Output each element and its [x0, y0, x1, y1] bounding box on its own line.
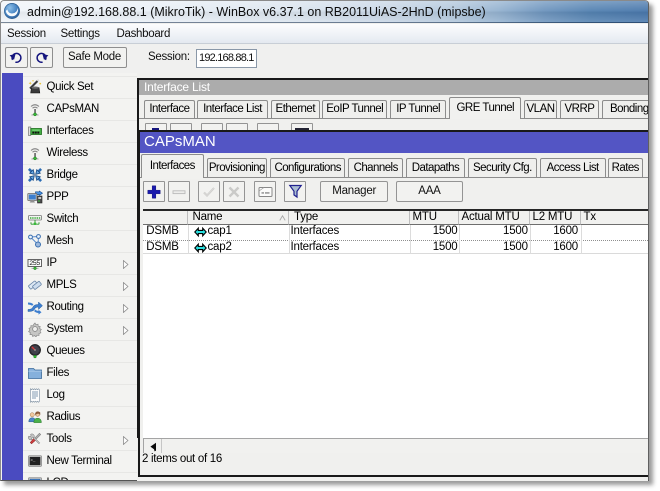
svg-text:255: 255: [29, 260, 40, 267]
svg-text:>_: >_: [30, 458, 36, 463]
